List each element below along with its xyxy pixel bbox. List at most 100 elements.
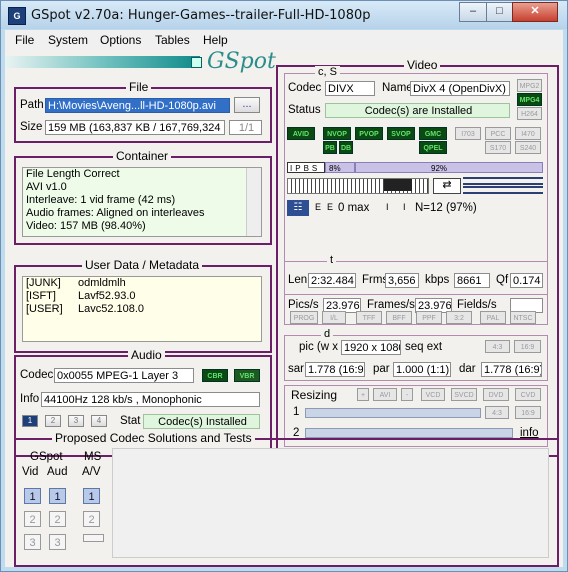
page-indicator: 1/1 (229, 120, 262, 135)
list-item: Video: 157 MB (98.40%) (26, 220, 146, 232)
mpg4-indicator: MPG4 (517, 93, 542, 106)
stream-button-4[interactable]: 4 (91, 415, 107, 427)
db-indicator: DB (339, 141, 353, 154)
frame-type-indicators: IPBS (287, 162, 325, 173)
file-group: File Path H:\Movies\Aveng...ll-HD-1080p.… (14, 80, 272, 143)
pic-field: 1920 x 1080 (341, 340, 401, 355)
close-button[interactable]: ✕ (512, 2, 558, 22)
proposed-group-title: Proposed Codec Solutions and Tests (52, 431, 255, 445)
gspot-label: GSpot (30, 451, 63, 463)
audio-info-label: Info (20, 393, 40, 405)
resize-dvd-button: DVD (483, 388, 509, 401)
par-field: 1.000 (1:1) (393, 362, 451, 377)
minimize-button[interactable]: – (459, 2, 487, 22)
dimension-box: d pic (w x 1920 x 1080 seq ext 4:3 16:9 … (284, 328, 548, 381)
metadata-key: [JUNK] (26, 277, 61, 289)
max-label: 0 max (338, 202, 370, 214)
b-frame-label: B (303, 164, 312, 173)
kbps-field: 8661 (454, 273, 490, 288)
metadata-key: [USER] (26, 303, 63, 315)
aud-test-3[interactable]: 3 (49, 534, 66, 550)
audio-codec-field: 0x0055 MPEG-1 Layer 3 (54, 368, 194, 383)
resize-minus-button: - (401, 388, 413, 401)
window-title: GSpot v2.70a: Hunger-Games--trailer-Full… (31, 8, 371, 23)
aud-test-1[interactable]: 1 (49, 488, 66, 504)
p-frame-label: P (295, 164, 304, 173)
aud-test-2[interactable]: 2 (49, 511, 66, 527)
list-item: Audio frames: Aligned on interleaves (26, 207, 205, 219)
menu-help[interactable]: Help (203, 33, 228, 47)
container-list[interactable]: File Length Correct AVI v1.0 Interleave:… (22, 167, 262, 237)
list-item: AVI v1.0 (26, 181, 67, 193)
menu-file[interactable]: File (15, 33, 34, 47)
h264-indicator: H264 (517, 107, 542, 120)
frames-label: Frames/s (367, 299, 415, 311)
prog-indicator: PROG (290, 311, 318, 324)
container-scrollbar[interactable] (246, 168, 261, 236)
proposed-results-panel[interactable] (112, 448, 549, 558)
video-group: Video c, S Codec DIVX Name DivX 4 (OpenD… (276, 58, 559, 457)
menu-options[interactable]: Options (100, 33, 141, 47)
tff-indicator: TFF (356, 311, 382, 324)
cs-title: c, S (315, 66, 340, 78)
ms-test-2[interactable]: 2 (83, 511, 100, 527)
svop-indicator: SVOP (387, 127, 415, 140)
resize-cvd-button: CVD (515, 388, 541, 401)
t-title: t (327, 254, 337, 266)
divx-logo-icon: ☷ (287, 200, 309, 216)
title-bar: G GSpot v2.70a: Hunger-Games--trailer-Fu… (1, 1, 567, 29)
ppf-indicator: PPF (416, 311, 442, 324)
menu-system[interactable]: System (48, 33, 88, 47)
path-field[interactable]: H:\Movies\Aveng...ll-HD-1080p.avi (45, 98, 230, 113)
ms-label: MS (84, 451, 102, 463)
row1-label: 1 (293, 406, 300, 418)
resize-4-3-button: 4:3 (485, 406, 509, 419)
av-label: A/V (82, 466, 101, 478)
list-item: File Length Correct (26, 168, 120, 180)
i-label: I (386, 202, 389, 212)
metadata-list[interactable]: [JUNK] odmldmlh [ISFT] Lavf52.93.0 [USER] L… (22, 276, 262, 342)
pct-bar-large: 92% (355, 162, 543, 173)
par-label: par (373, 363, 390, 375)
client-area: File System Options Tables Help GSpot Fi… (5, 30, 563, 567)
resize-vcd-button: VCD (421, 388, 445, 401)
ar-16-9-button: 16:9 (514, 340, 541, 353)
n-label: N=12 (97%) (415, 202, 477, 214)
mpg2-indicator: MPG2 (517, 79, 542, 92)
stream-button-1[interactable]: 1 (22, 415, 38, 427)
vid-test-3[interactable]: 3 (24, 534, 41, 550)
metadata-group-title: User Data / Metadata (82, 258, 203, 272)
ms-test-1[interactable]: 1 (83, 488, 100, 504)
maximize-button[interactable]: □ (486, 2, 513, 22)
vid-test-2[interactable]: 2 (24, 511, 41, 527)
video-codec-field: DIVX (325, 81, 375, 96)
pvop-indicator: PVOP (355, 127, 383, 140)
kbps-label: kbps (425, 274, 450, 286)
len-label: Len (288, 274, 308, 286)
metadata-group: User Data / Metadata [JUNK] odmldmlh [ISF… (14, 258, 272, 353)
size-label: Size (20, 121, 43, 133)
logo-box (191, 57, 202, 68)
sar-field: 1.778 (16:9) (305, 362, 365, 377)
gmc-indicator: GMC (419, 127, 447, 140)
menu-tables[interactable]: Tables (155, 33, 190, 47)
stream-button-3[interactable]: 3 (68, 415, 84, 427)
gop-block (384, 179, 412, 191)
audio-group-title: Audio (128, 348, 165, 362)
vid-test-1[interactable]: 1 (24, 488, 41, 504)
avid-indicator: AVID (287, 127, 315, 140)
dar-field: 1.778 (16:9) (481, 362, 542, 377)
ar-4-3-button: 4:3 (485, 340, 510, 353)
ms-test-3[interactable] (83, 534, 104, 542)
audio-codec-label: Codec (20, 369, 54, 381)
video-name-label: Name (382, 82, 413, 94)
metadata-key: [ISFT] (26, 290, 56, 302)
container-group: Container File Length Correct AVI v1.0 I… (14, 149, 272, 245)
metadata-value: Lavc52.108.0 (78, 303, 145, 315)
browse-button[interactable]: ... (234, 97, 260, 113)
video-status-field: Codec(s) are Installed (325, 103, 510, 118)
stream-button-2[interactable]: 2 (45, 415, 61, 427)
proposed-group: Proposed Codec Solutions and Tests GSpot… (14, 431, 559, 567)
d-title: d (321, 328, 334, 340)
path-label: Path (20, 99, 44, 111)
